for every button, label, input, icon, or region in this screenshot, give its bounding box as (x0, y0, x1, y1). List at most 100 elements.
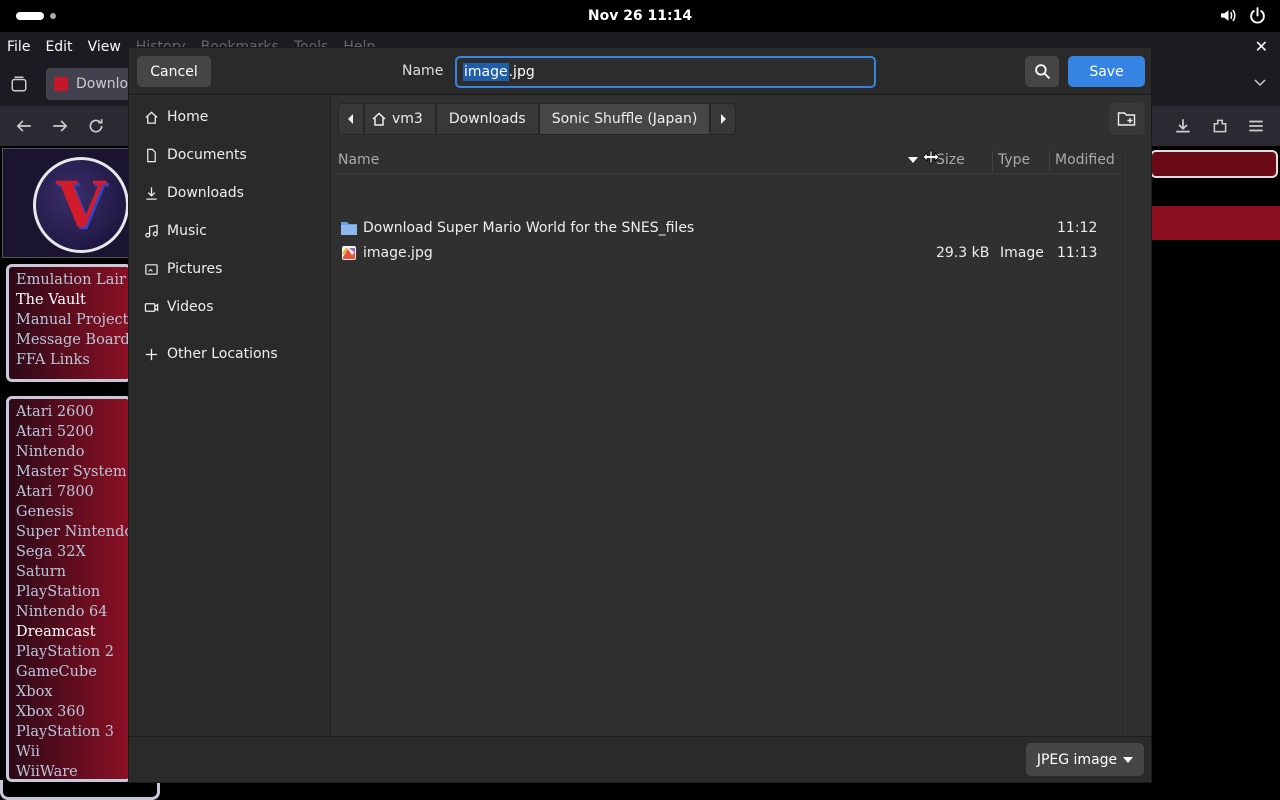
column-header-name[interactable]: Name (338, 152, 379, 168)
systems-list-box: Atari 2600 Atari 5200 Nintendo Master Sy… (6, 396, 132, 782)
site-nav-box: Emulation Lair The Vault Manual Project … (6, 264, 137, 382)
chevron-down-icon[interactable] (1252, 74, 1268, 90)
downloads-icon[interactable] (1174, 117, 1192, 135)
system-link[interactable]: GameCube (16, 662, 129, 682)
nav-link[interactable]: Emulation Lair (16, 270, 129, 290)
sidebar-item-label: Pictures (167, 261, 223, 277)
menu-edit[interactable]: Edit (45, 39, 72, 55)
nav-link[interactable]: Message Boards (16, 330, 137, 350)
system-link[interactable]: Nintendo 64 (16, 602, 129, 622)
sidebar-item-other-locations[interactable]: Other Locations (129, 336, 331, 372)
path-scroll-left-button[interactable] (338, 103, 364, 135)
plus-icon (143, 346, 159, 362)
system-link[interactable]: Dreamcast (16, 622, 129, 642)
system-link[interactable]: PlayStation (16, 582, 129, 602)
home-icon (143, 109, 159, 125)
browser-tab-title: Downlo (76, 76, 129, 92)
system-link[interactable]: PlayStation 3 (16, 722, 129, 742)
system-link[interactable]: WiiWare (16, 762, 129, 779)
window-close-icon[interactable]: ✕ (1255, 37, 1268, 56)
column-header-modified[interactable]: Modified (1055, 152, 1115, 168)
power-icon (1250, 7, 1265, 24)
file-browser: vm3 Downloads Sonic Shuffle (Japan) Name… (332, 96, 1151, 736)
dialog-footer: JPEG image (129, 736, 1151, 782)
file-row[interactable]: Download Super Mario World for the SNES_… (332, 216, 1122, 241)
site-logo[interactable]: V (33, 157, 129, 253)
system-link[interactable]: Xbox 360 (16, 702, 129, 722)
tab-list-icon[interactable] (10, 75, 28, 93)
extensions-icon[interactable] (1211, 117, 1229, 135)
column-separator[interactable] (992, 151, 993, 171)
activities-button[interactable] (16, 12, 56, 20)
clock[interactable]: Nov 26 11:14 (588, 8, 692, 24)
sidebar-item-home[interactable]: Home (129, 99, 331, 135)
path-segment-label: vm3 (392, 111, 423, 127)
reload-icon[interactable] (87, 117, 105, 135)
filename-extension-text: .jpg (508, 64, 535, 80)
sidebar-item-downloads[interactable]: Downloads (129, 175, 331, 211)
page-divider (0, 780, 160, 800)
home-icon (372, 112, 386, 126)
system-link[interactable]: Nintendo (16, 442, 129, 462)
forward-icon[interactable] (51, 117, 69, 135)
column-separator[interactable] (1049, 151, 1050, 171)
column-headers: Name Size Type Modified (332, 148, 1122, 174)
filename-input[interactable]: image .jpg (455, 56, 876, 88)
search-button[interactable] (1025, 56, 1059, 87)
sidebar-item-pictures[interactable]: Pictures (129, 251, 331, 287)
volume-icon (1221, 9, 1236, 22)
path-segment-current[interactable]: Sonic Shuffle (Japan) (538, 103, 711, 135)
file-type-filter-dropdown[interactable]: JPEG image (1026, 743, 1144, 776)
download-icon (143, 185, 159, 201)
cancel-button[interactable]: Cancel (137, 56, 211, 87)
hamburger-menu-icon[interactable] (1247, 117, 1265, 135)
sidebar-item-music[interactable]: Music (129, 213, 331, 249)
system-link[interactable]: Master System (16, 462, 129, 482)
column-header-size[interactable]: Size (936, 152, 965, 168)
sidebar-item-label: Documents (167, 147, 247, 163)
column-header-type[interactable]: Type (998, 152, 1030, 168)
sidebar-item-videos[interactable]: Videos (129, 289, 331, 325)
system-link[interactable]: Atari 5200 (16, 422, 129, 442)
filename-selected-text: image (463, 63, 509, 81)
system-link[interactable]: Genesis (16, 502, 129, 522)
folder-icon (341, 222, 357, 235)
new-folder-button[interactable] (1109, 103, 1145, 135)
workspace-indicator (50, 13, 56, 19)
path-scroll-right-button[interactable] (710, 103, 737, 135)
sort-caret-icon[interactable] (908, 157, 918, 163)
search-icon (1034, 64, 1050, 80)
save-file-dialog: Cancel Name image .jpg Save Home Document… (129, 48, 1151, 782)
system-link[interactable]: Atari 2600 (16, 402, 129, 422)
sidebar-item-label: Music (167, 223, 207, 239)
sidebar-item-documents[interactable]: Documents (129, 137, 331, 173)
system-link[interactable]: PlayStation 2 (16, 642, 129, 662)
path-segment-label: Downloads (448, 111, 526, 127)
workspace-indicator-active (16, 12, 44, 20)
site-logo-panel: V (2, 148, 130, 258)
menu-view[interactable]: View (88, 39, 121, 55)
resize-cursor-icon (922, 150, 940, 164)
document-icon (143, 147, 159, 163)
save-button[interactable]: Save (1068, 56, 1145, 87)
path-bar: vm3 Downloads Sonic Shuffle (Japan) (338, 103, 737, 135)
system-link[interactable]: Super Nintendo (16, 522, 129, 542)
system-link[interactable]: Xbox (16, 682, 129, 702)
back-icon[interactable] (15, 117, 33, 135)
path-segment-label: Sonic Shuffle (Japan) (551, 111, 698, 127)
system-link[interactable]: Atari 7800 (16, 482, 129, 502)
system-link[interactable]: Wii (16, 742, 129, 762)
menu-file[interactable]: File (7, 39, 30, 55)
sidebar-item-label: Other Locations (167, 346, 278, 362)
path-segment-home[interactable]: vm3 (364, 103, 436, 135)
path-segment-downloads[interactable]: Downloads (435, 103, 539, 135)
name-label: Name (402, 63, 444, 79)
file-row[interactable]: image.jpg 29.3 kB Image 11:13 (332, 241, 1122, 266)
site-search-box[interactable] (1150, 150, 1278, 178)
nav-link[interactable]: The Vault (16, 290, 129, 310)
system-tray[interactable] (1220, 7, 1266, 24)
nav-link[interactable]: Manual Project (16, 310, 129, 330)
system-link[interactable]: Sega 32X (16, 542, 129, 562)
nav-link[interactable]: FFA Links (16, 350, 129, 370)
system-link[interactable]: Saturn (16, 562, 129, 582)
